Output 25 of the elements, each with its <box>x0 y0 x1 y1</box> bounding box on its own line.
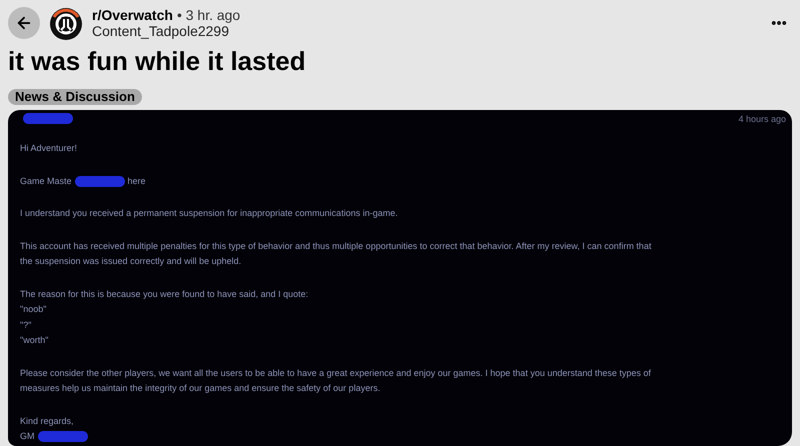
message-text: Please consider the other players, we want all the users to be able to have a great experience and enjoy our games. I hope that you understand these types of <box>20 366 651 380</box>
message-text: Kind regards, <box>20 414 74 428</box>
message-text: I understand you received a permanent suspension for inappropriate communications in-game. <box>20 207 398 220</box>
message-text: the suspension was issued correctly and will be upheld. <box>20 255 242 268</box>
logo-icon <box>48 5 84 41</box>
message-text: here <box>128 174 146 188</box>
message-text: "noob" <box>20 303 46 316</box>
back-button[interactable] <box>8 7 40 39</box>
message-text: This account has received multiple penalties for this type of behavior and thus multiple opportunities to correct that behavior. After my review, I can confirm that <box>20 240 652 253</box>
message-timestamp: 4 hours ago <box>738 113 786 126</box>
message-text: GM <box>20 430 34 443</box>
post-time: • 3 hr. ago <box>176 7 240 23</box>
post-title: it was fun while it lasted <box>7 45 307 78</box>
message-text: "worth" <box>20 334 48 347</box>
redaction-mark <box>23 113 73 124</box>
subreddit-link[interactable]: r/Overwatch <box>92 7 173 23</box>
message-text: "?" <box>20 318 32 332</box>
redaction-mark <box>38 431 88 442</box>
message-text: measures help us maintain the integrity of our games and ensure the safety of our players. <box>20 382 380 395</box>
message-text: The reason for this is because you were found to have said, and I quote: <box>20 288 308 301</box>
flair-tag[interactable]: News & Discussion <box>8 89 142 105</box>
redaction-mark <box>74 176 125 187</box>
author-name[interactable]: Content_Tadpole2299 <box>92 23 240 39</box>
message-text: Game Maste <box>20 174 72 188</box>
message-text: Hi Adventurer! <box>20 142 78 155</box>
